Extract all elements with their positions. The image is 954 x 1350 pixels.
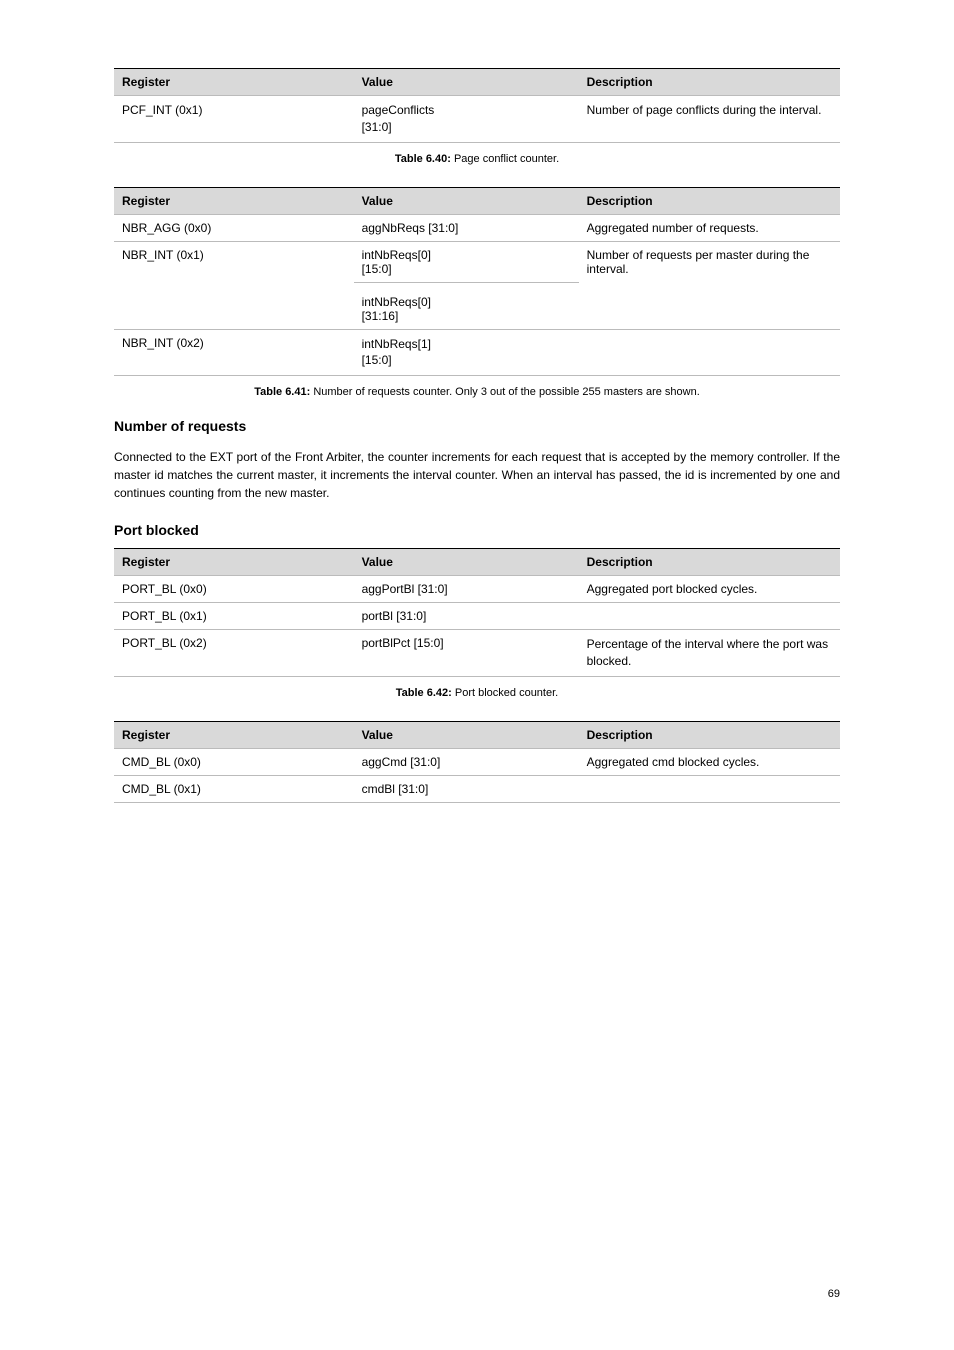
cell-register: PCF_INT (0x1) xyxy=(114,96,354,143)
col-value: Value xyxy=(354,187,579,214)
col-description: Description xyxy=(579,721,840,748)
cell-register: PORT_BL (0x0) xyxy=(114,576,354,603)
cell-value: aggPortBl [31:0] xyxy=(354,576,579,603)
table-row: PORT_BL (0x2) portBlPct [15:0] Percentag… xyxy=(114,630,840,677)
col-register: Register xyxy=(114,549,354,576)
table-caption: Table 6.41: Number of requests counter. … xyxy=(114,386,840,398)
table-header-row: Register Value Description xyxy=(114,549,840,576)
heading-port-blocked: Port blocked xyxy=(114,522,840,538)
caption-number: Table 6.40: xyxy=(395,153,451,165)
cell-description: Number of page conflicts during the inte… xyxy=(579,96,840,143)
cell-description: Number of requests per master during the… xyxy=(579,241,840,329)
cell-description xyxy=(579,775,840,802)
cell-description: Aggregated cmd blocked cycles. xyxy=(579,748,840,775)
col-value: Value xyxy=(354,69,579,96)
cell-description xyxy=(579,603,840,630)
cell-value: cmdBl [31:0] xyxy=(354,775,579,802)
cell-value: aggCmd [31:0] xyxy=(354,748,579,775)
cell-value: portBlPct [15:0] xyxy=(354,630,579,677)
cell-register: CMD_BL (0x1) xyxy=(114,775,354,802)
heading-number-of-requests: Number of requests xyxy=(114,418,840,434)
cell-register: NBR_INT (0x1) xyxy=(114,241,354,329)
page-number: 69 xyxy=(828,1288,840,1300)
caption-text: Number of requests counter. Only 3 out o… xyxy=(313,386,699,398)
table-row: PORT_BL (0x0) aggPortBl [31:0] Aggregate… xyxy=(114,576,840,603)
cell-value-text: pageConflicts[31:0] xyxy=(362,102,571,136)
table-row: NBR_INT (0x1) intNbReqs[0][15:0] intNbRe… xyxy=(114,241,840,329)
table-caption: Table 6.42: Port blocked counter. xyxy=(114,687,840,699)
cell-register: NBR_INT (0x2) xyxy=(114,329,354,376)
table-row: PORT_BL (0x1) portBl [31:0] xyxy=(114,603,840,630)
cell-register: CMD_BL (0x0) xyxy=(114,748,354,775)
col-description: Description xyxy=(579,549,840,576)
table-header-row: Register Value Description xyxy=(114,721,840,748)
caption-text: Port blocked counter. xyxy=(455,687,558,699)
table-row: NBR_INT (0x2) intNbReqs[1][15:0] xyxy=(114,329,840,376)
cell-value: pageConflicts[31:0] xyxy=(354,96,579,143)
cell-value: intNbReqs[0][15:0] intNbReqs[0][31:16] xyxy=(354,241,579,329)
paragraph-number-of-requests: Connected to the EXT port of the Front A… xyxy=(114,448,840,502)
table-nbr: Register Value Description NBR_AGG (0x0)… xyxy=(114,187,840,377)
cell-description xyxy=(579,329,840,376)
cell-value: portBl [31:0] xyxy=(354,603,579,630)
table-caption: Table 6.40: Page conflict counter. xyxy=(114,153,840,165)
col-description: Description xyxy=(579,187,840,214)
table-header-row: Register Value Description xyxy=(114,187,840,214)
col-value: Value xyxy=(354,721,579,748)
cell-description: Percentage of the interval where the por… xyxy=(579,630,840,677)
table-port-bl: Register Value Description PORT_BL (0x0)… xyxy=(114,548,840,677)
table-row: NBR_AGG (0x0) aggNbReqs [31:0] Aggregate… xyxy=(114,214,840,241)
cell-register: NBR_AGG (0x0) xyxy=(114,214,354,241)
table-pcf: Register Value Description PCF_INT (0x1)… xyxy=(114,68,840,143)
table-row: PCF_INT (0x1) pageConflicts[31:0] Number… xyxy=(114,96,840,143)
cell-description: Aggregated port blocked cycles. xyxy=(579,576,840,603)
cell-value-text: intNbReqs[0][15:0] xyxy=(354,242,579,283)
cell-register: PORT_BL (0x2) xyxy=(114,630,354,677)
table-row: CMD_BL (0x1) cmdBl [31:0] xyxy=(114,775,840,802)
caption-number: Table 6.42: xyxy=(396,687,452,699)
cell-value: aggNbReqs [31:0] xyxy=(354,214,579,241)
cell-value: intNbReqs[1][15:0] xyxy=(354,329,579,376)
col-register: Register xyxy=(114,187,354,214)
col-register: Register xyxy=(114,69,354,96)
caption-number: Table 6.41: xyxy=(254,386,310,398)
col-description: Description xyxy=(579,69,840,96)
table-header-row: Register Value Description xyxy=(114,69,840,96)
col-value: Value xyxy=(354,549,579,576)
cell-description: Aggregated number of requests. xyxy=(579,214,840,241)
cell-register: PORT_BL (0x1) xyxy=(114,603,354,630)
cell-value-text: intNbReqs[0][31:16] xyxy=(354,289,579,329)
col-register: Register xyxy=(114,721,354,748)
cell-value-text: intNbReqs[1][15:0] xyxy=(362,336,571,370)
table-cmd-bl: Register Value Description CMD_BL (0x0) … xyxy=(114,721,840,803)
table-row: CMD_BL (0x0) aggCmd [31:0] Aggregated cm… xyxy=(114,748,840,775)
caption-text: Page conflict counter. xyxy=(454,153,559,165)
